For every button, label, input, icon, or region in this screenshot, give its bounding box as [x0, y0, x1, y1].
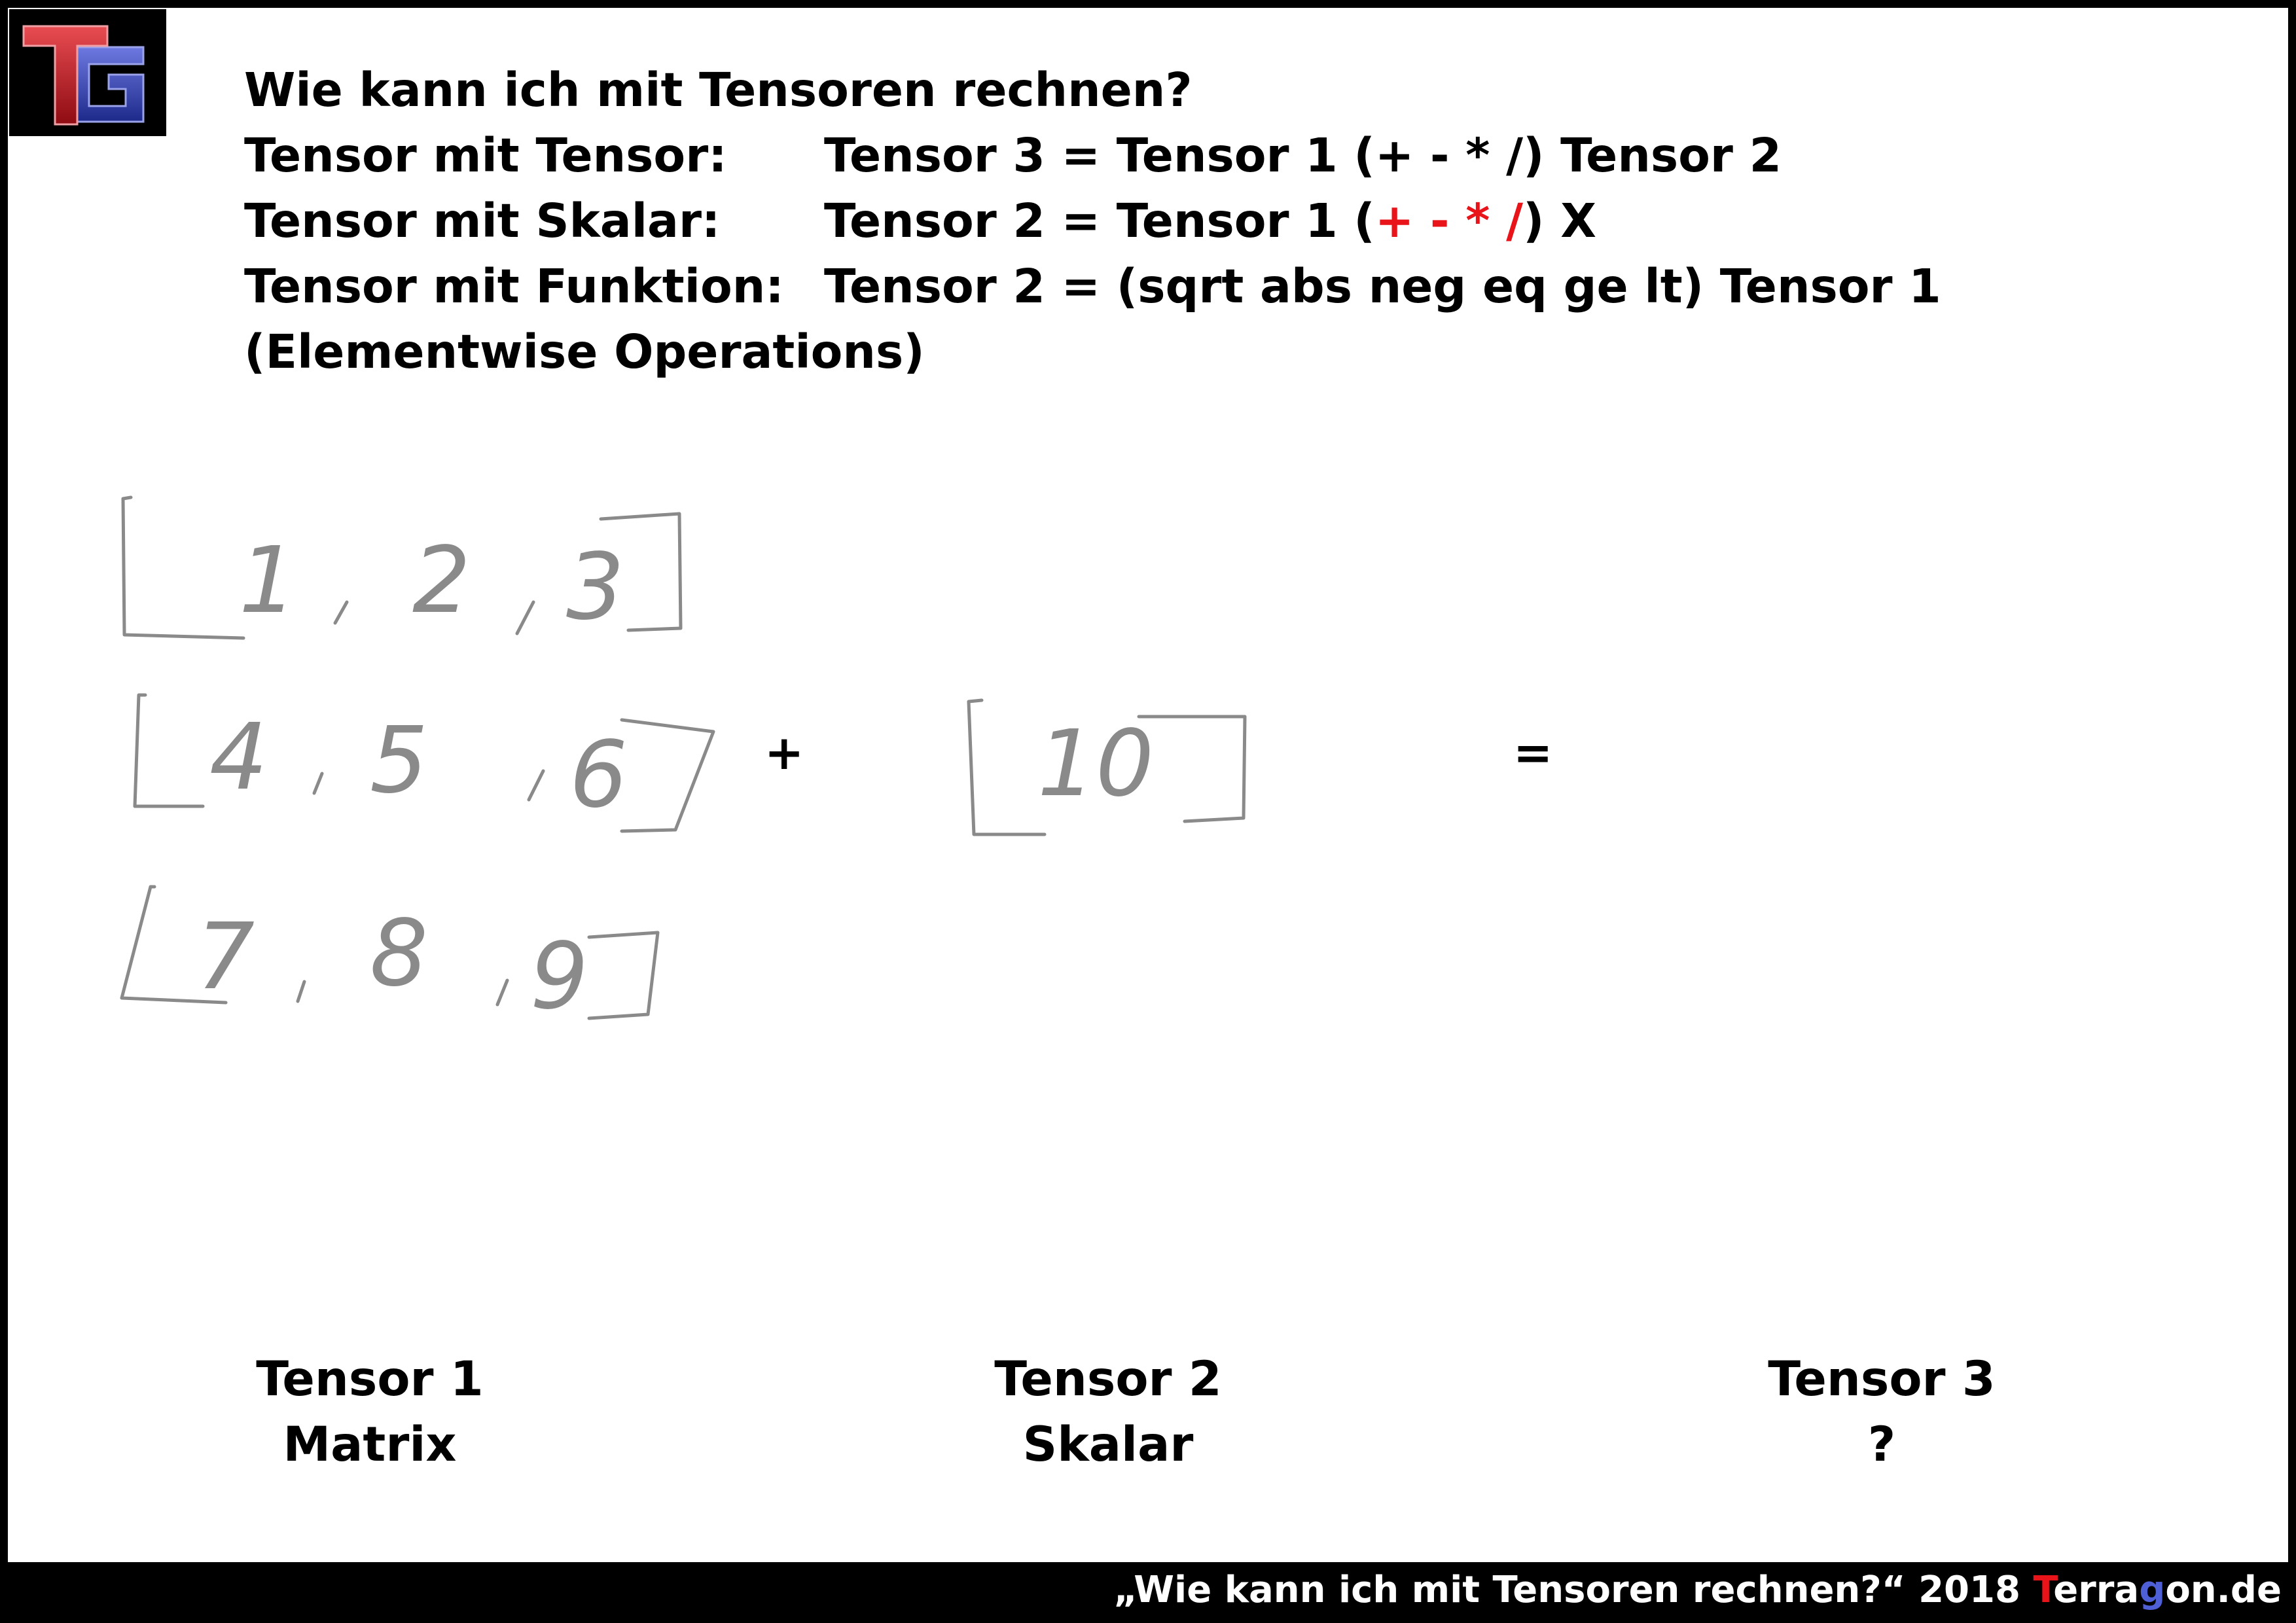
matrix-entry: 1	[239, 527, 297, 634]
comma	[296, 980, 306, 1003]
footer-brand-t: T	[2033, 1569, 2054, 1611]
matrix-entry: 3	[566, 534, 624, 641]
scalar-entry: 10	[1037, 711, 1154, 817]
footer-quote: „Wie kann ich mit Tensoren rechnen?“ 201…	[1113, 1569, 2034, 1611]
caption-name: Tensor 3	[1768, 1351, 1996, 1407]
bracket-left-row1	[121, 495, 245, 640]
matrix-entry: 4	[209, 704, 268, 811]
caption-kind: Skalar	[1022, 1417, 1194, 1472]
matrix-entry: 5	[370, 707, 428, 814]
matrix-entry: 8	[370, 901, 428, 1007]
bracket-left-scalar	[967, 698, 1047, 836]
caption-name: Tensor 2	[994, 1351, 1222, 1407]
footer-brand-g: g	[2139, 1569, 2166, 1611]
comma	[515, 600, 535, 635]
footer-brand-mid2: on.de	[2165, 1569, 2282, 1611]
caption-tensor-1: Tensor 1 Matrix	[206, 1347, 533, 1478]
bracket-right-row3	[587, 931, 660, 1020]
bracket-right-row2	[620, 718, 715, 833]
comma	[312, 772, 324, 795]
caption-name: Tensor 1	[256, 1351, 484, 1407]
matrix-entry: 7	[196, 904, 255, 1010]
caption-tensor-2: Tensor 2 Skalar	[944, 1347, 1272, 1478]
footer-credit: „Wie kann ich mit Tensoren rechnen?“ 201…	[1113, 1564, 2282, 1616]
caption-kind: ?	[1867, 1417, 1896, 1472]
comma	[527, 769, 545, 802]
comma	[495, 978, 509, 1007]
bracket-right-scalar	[1137, 715, 1247, 823]
matrix-entry: 6	[569, 722, 628, 829]
matrix-entry: 9	[530, 923, 588, 1030]
plus-operator: +	[764, 725, 804, 780]
caption-kind: Matrix	[283, 1417, 457, 1472]
bracket-left-row2	[133, 693, 205, 808]
matrix-entry: 2	[412, 527, 471, 634]
caption-tensor-3: Tensor 3 ?	[1718, 1347, 2045, 1478]
equals-operator: =	[1513, 725, 1553, 780]
footer-brand-mid1: erra	[2053, 1569, 2140, 1611]
comma	[333, 600, 349, 625]
